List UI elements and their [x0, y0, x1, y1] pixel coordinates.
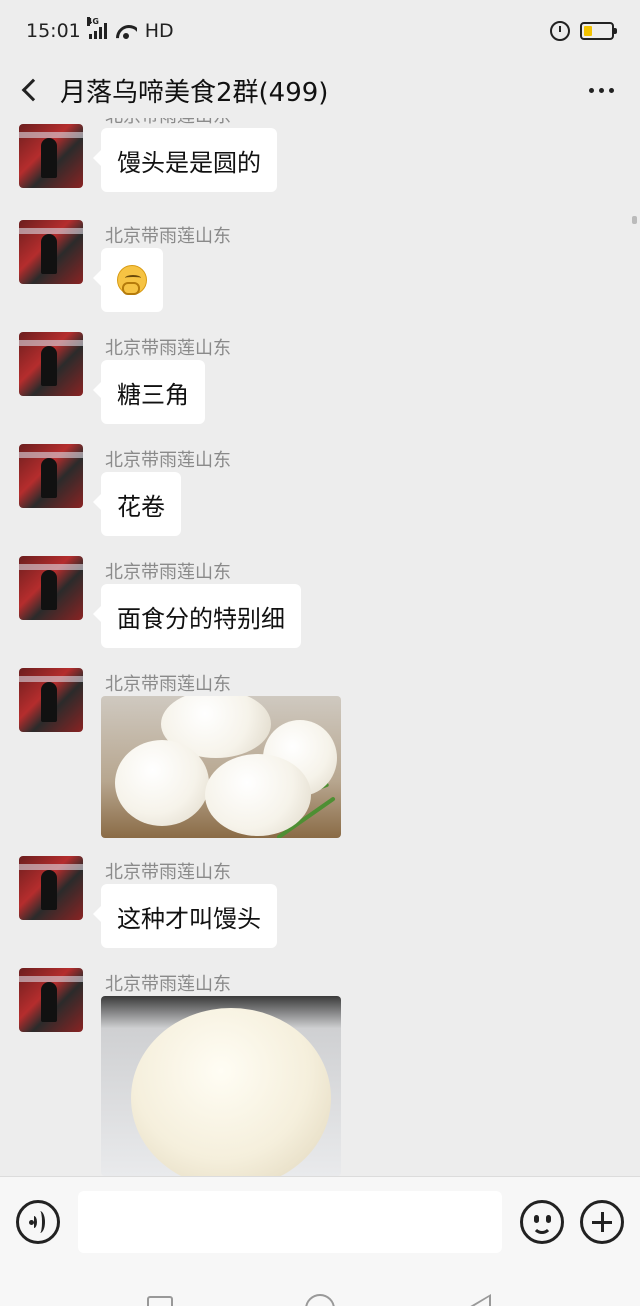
- scroll-indicator[interactable]: [632, 216, 637, 224]
- recent-apps-button[interactable]: [147, 1296, 173, 1306]
- alarm-icon: [550, 21, 570, 41]
- sender-name: 北京带雨莲山东: [105, 562, 231, 583]
- back-button[interactable]: [0, 62, 60, 118]
- voice-input-button[interactable]: [16, 1199, 60, 1244]
- sender-name: 北京带雨莲山东: [105, 450, 231, 471]
- more-dot-icon: [609, 87, 614, 93]
- battery-icon: [580, 22, 617, 40]
- chat-header: 月落乌啼美食2群(499): [0, 62, 640, 118]
- image-message-bun[interactable]: [101, 996, 341, 1176]
- wifi-icon: [115, 23, 137, 39]
- input-bar: [0, 1176, 640, 1266]
- more-dot-icon: [599, 87, 604, 93]
- add-attachment-button[interactable]: [580, 1199, 624, 1244]
- avatar[interactable]: [19, 856, 83, 920]
- signal-icon: 4G: [86, 17, 107, 39]
- sender-name: 北京带雨莲山东: [105, 226, 231, 247]
- message-input[interactable]: [78, 1190, 502, 1253]
- message-bubble[interactable]: 面食分的特别细: [93, 584, 301, 648]
- message-bubble[interactable]: 馒头是是圆的: [93, 128, 277, 192]
- system-nav-bar: [0, 1266, 640, 1306]
- avatar[interactable]: [19, 556, 83, 620]
- chevron-left-icon: [21, 78, 45, 102]
- avatar[interactable]: [19, 668, 83, 732]
- message-bubble[interactable]: [93, 248, 163, 312]
- chat-title: 月落乌啼美食2群(499): [60, 77, 329, 108]
- message-bubble[interactable]: 花卷: [93, 472, 181, 536]
- sender-name: 北京带雨莲山东: [105, 674, 231, 695]
- more-options-button[interactable]: [589, 87, 614, 93]
- hd-label: HD: [144, 20, 174, 42]
- sender-name: 北京带雨莲山东: [105, 118, 231, 128]
- nav-back-button[interactable]: [467, 1294, 491, 1306]
- sender-name: 北京带雨莲山东: [105, 974, 231, 995]
- avatar[interactable]: [19, 124, 83, 188]
- chat-messages[interactable]: 北京带雨莲山东 馒头是是圆的 北京带雨莲山东 北京带雨莲山东 糖三角 北京带雨莲…: [0, 118, 640, 1176]
- avatar[interactable]: [19, 444, 83, 508]
- network-type: 4G: [86, 17, 99, 26]
- avatar[interactable]: [19, 332, 83, 396]
- image-message-buns[interactable]: [101, 696, 341, 838]
- more-dot-icon: [589, 87, 594, 93]
- message-bubble[interactable]: 这种才叫馒头: [93, 884, 277, 948]
- status-left: 15:01 4G HD: [26, 17, 174, 42]
- sender-name: 北京带雨莲山东: [105, 338, 231, 359]
- message-bubble[interactable]: 糖三角: [93, 360, 205, 424]
- avatar[interactable]: [19, 968, 83, 1032]
- status-right: [550, 21, 617, 41]
- home-button[interactable]: [305, 1294, 335, 1306]
- status-bar: 15:01 4G HD: [0, 0, 640, 62]
- thinking-face-icon: [117, 265, 147, 295]
- emoji-button[interactable]: [520, 1199, 564, 1244]
- clock: 15:01: [26, 20, 81, 42]
- avatar[interactable]: [19, 220, 83, 284]
- sender-name: 北京带雨莲山东: [105, 862, 231, 883]
